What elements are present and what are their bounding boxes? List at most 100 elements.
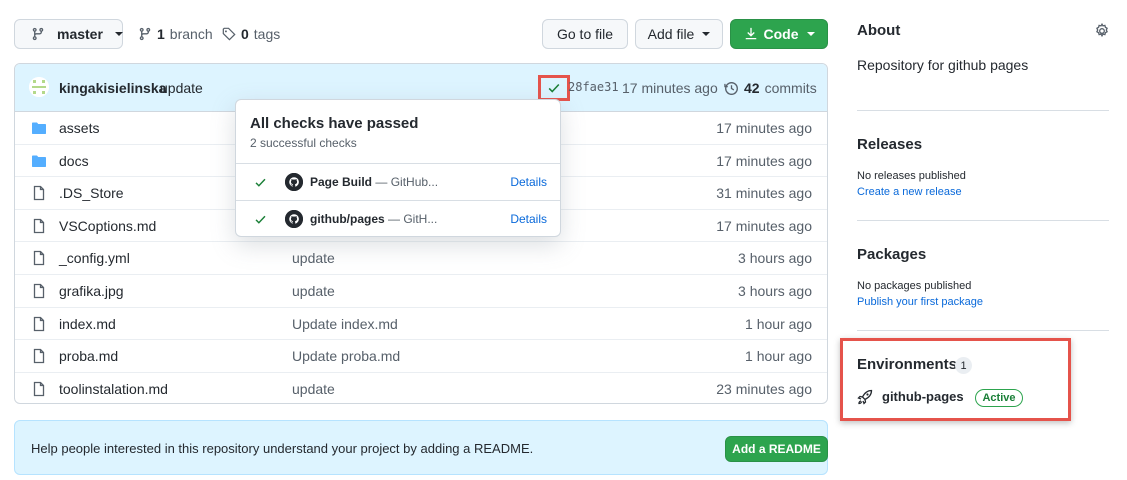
gear-icon[interactable] [1094, 23, 1110, 39]
go-to-file-button[interactable]: Go to file [542, 19, 628, 49]
file-icon [31, 283, 47, 299]
history-icon [724, 81, 739, 96]
download-icon [744, 27, 758, 41]
file-name-link[interactable]: assets [59, 120, 99, 136]
environment-link[interactable]: github-pages [882, 389, 964, 404]
file-name-link[interactable]: index.md [59, 316, 116, 332]
environments-count-badge: 1 [955, 357, 972, 374]
code-label: Code [763, 26, 799, 42]
divider [857, 220, 1109, 221]
github-app-icon [285, 173, 303, 191]
chevron-down-icon [702, 32, 711, 36]
branch-name: master [57, 26, 103, 42]
divider [857, 110, 1109, 111]
file-time: 17 minutes ago [716, 217, 812, 234]
status-check-button[interactable] [538, 75, 570, 101]
file-name-link[interactable]: _config.yml [59, 250, 130, 266]
file-commit-message[interactable]: Update proba.md [292, 348, 400, 364]
check-row: github/pages — GitH... Details [236, 200, 560, 237]
branch-count: 1 [157, 26, 165, 42]
commit-count: 42 [744, 80, 760, 96]
check-name: github/pages — GitH... [310, 212, 438, 226]
git-branch-icon [138, 27, 152, 41]
file-time: 3 hours ago [738, 250, 812, 267]
file-icon [31, 316, 47, 332]
readme-banner: Help people interested in this repositor… [14, 420, 828, 475]
file-time: 17 minutes ago [716, 152, 812, 169]
file-name-link[interactable]: grafika.jpg [59, 283, 124, 299]
tag-icon [222, 27, 236, 41]
file-time: 23 minutes ago [716, 380, 812, 397]
checks-popover: All checks have passed 2 successful chec… [235, 99, 561, 237]
chevron-down-icon [806, 32, 815, 36]
file-icon [31, 185, 47, 201]
commit-count-label: commits [764, 80, 817, 96]
file-commit-message[interactable]: update [292, 381, 335, 397]
check-icon [547, 81, 561, 95]
packages-heading[interactable]: Packages [857, 246, 926, 263]
check-details-link[interactable]: Details [510, 212, 547, 226]
avatar[interactable] [29, 77, 49, 97]
branch-count-link[interactable]: 1 branch [138, 26, 213, 42]
file-icon [31, 218, 47, 234]
file-icon [31, 381, 47, 397]
table-row[interactable]: proba.md Update proba.md 1 hour ago [15, 340, 827, 373]
check-icon [254, 176, 267, 189]
file-name-link[interactable]: toolinstalation.md [59, 381, 168, 397]
commit-message-link[interactable]: update [160, 80, 203, 96]
file-time: 1 hour ago [745, 348, 812, 365]
file-name-link[interactable]: VSCoptions.md [59, 218, 156, 234]
github-app-icon [285, 210, 303, 228]
file-commit-message[interactable]: update [292, 250, 335, 266]
code-button[interactable]: Code [730, 19, 828, 49]
file-icon [31, 348, 47, 364]
about-description: Repository for github pages [857, 57, 1029, 73]
divider [857, 330, 1109, 331]
check-row: Page Build — GitHub... Details [236, 163, 560, 200]
commit-sha-link[interactable]: 28fae31 [568, 80, 619, 94]
go-to-file-label: Go to file [556, 26, 614, 42]
about-heading: About [857, 22, 901, 39]
tag-count-link[interactable]: 0 tags [222, 26, 280, 42]
table-row[interactable]: grafika.jpg update 3 hours ago [15, 275, 827, 308]
table-row[interactable]: _config.yml update 3 hours ago [15, 242, 827, 275]
environments-heading[interactable]: Environments [857, 356, 957, 373]
add-file-label: Add file [647, 26, 695, 42]
check-icon [254, 213, 267, 226]
file-name-link[interactable]: docs [59, 153, 89, 169]
folder-icon [31, 120, 47, 136]
commit-time: 17 minutes ago [622, 80, 718, 96]
file-name-link[interactable]: proba.md [59, 348, 118, 364]
file-commit-message[interactable]: Update index.md [292, 316, 398, 332]
add-file-button[interactable]: Add file [635, 19, 723, 49]
git-branch-icon [31, 27, 45, 41]
publish-package-link[interactable]: Publish your first package [857, 296, 983, 308]
status-badge: Active [975, 389, 1023, 407]
readme-banner-text: Help people interested in this repositor… [31, 441, 534, 456]
file-name-link[interactable]: .DS_Store [59, 185, 124, 201]
file-time: 1 hour ago [745, 315, 812, 332]
commit-author-link[interactable]: kingakisielinska [59, 80, 166, 96]
branch-label: branch [169, 26, 213, 42]
add-readme-button[interactable]: Add a README [725, 436, 828, 462]
table-row[interactable]: index.md Update index.md 1 hour ago [15, 308, 827, 341]
file-time: 31 minutes ago [716, 185, 812, 202]
popover-title: All checks have passed [250, 115, 419, 132]
create-release-link[interactable]: Create a new release [857, 186, 962, 198]
check-details-link[interactable]: Details [510, 175, 547, 189]
file-icon [31, 250, 47, 266]
table-row[interactable]: toolinstalation.md update 23 minutes ago [15, 373, 827, 403]
commits-history-link[interactable]: 42 commits [724, 80, 817, 96]
releases-heading[interactable]: Releases [857, 136, 922, 153]
check-name: Page Build — GitHub... [310, 175, 439, 189]
file-commit-message[interactable]: update [292, 283, 335, 299]
popover-subtitle: 2 successful checks [250, 136, 357, 150]
file-time: 3 hours ago [738, 282, 812, 299]
packages-empty-text: No packages published [857, 280, 972, 292]
chevron-down-icon [114, 32, 123, 36]
folder-icon [31, 153, 47, 169]
branch-select-button[interactable]: master [14, 19, 123, 49]
releases-empty-text: No releases published [857, 170, 966, 182]
rocket-icon [857, 389, 873, 405]
environments-highlight [840, 338, 1071, 421]
